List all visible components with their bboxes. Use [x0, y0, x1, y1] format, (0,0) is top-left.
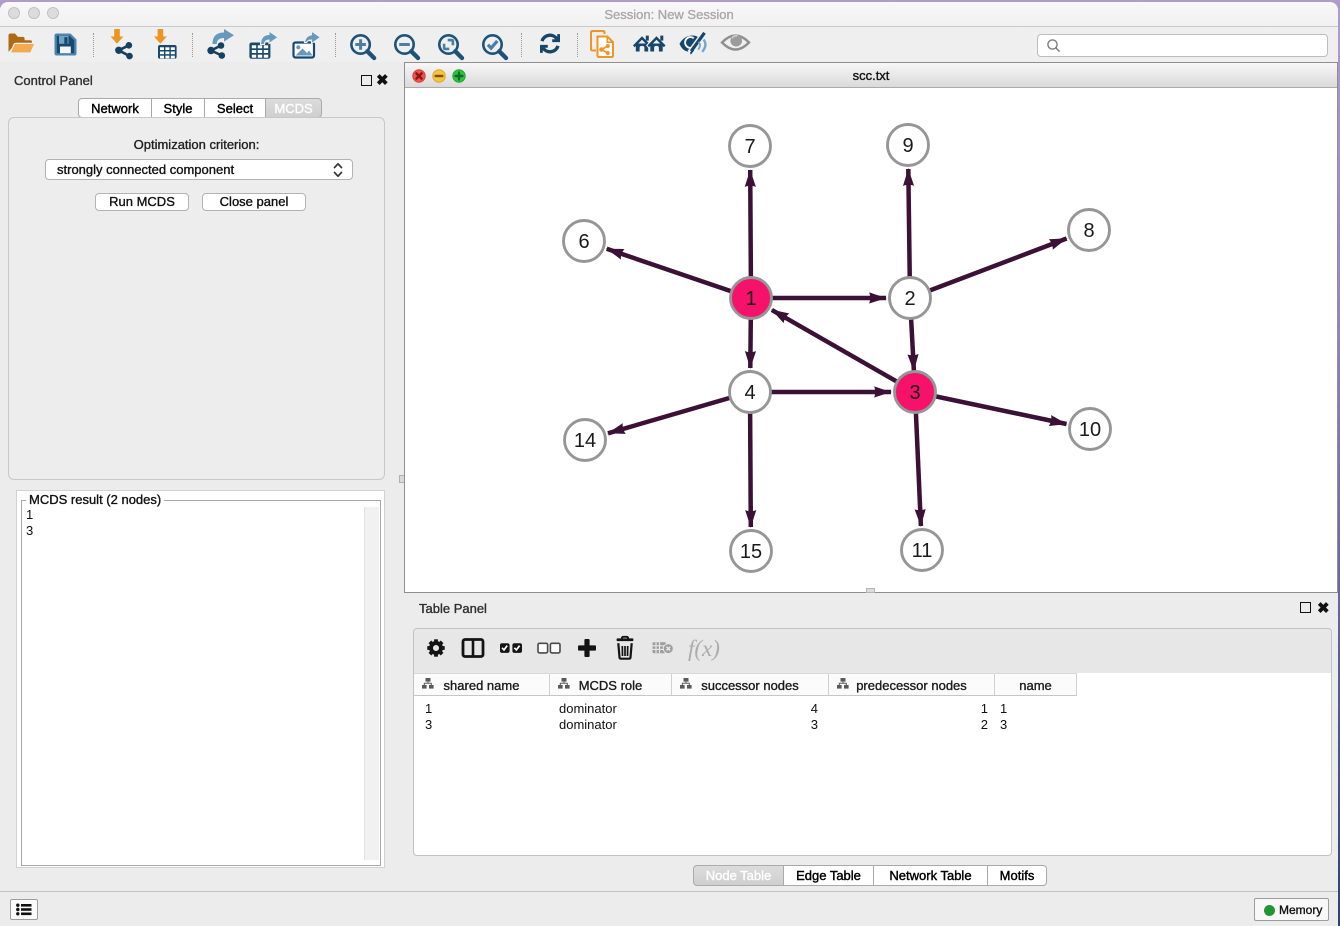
svg-text:4: 4 [744, 382, 755, 404]
svg-text:8: 8 [1083, 220, 1094, 242]
svg-text:f(x): f(x) [688, 636, 720, 661]
svg-text:6: 6 [578, 231, 589, 253]
svg-text:14: 14 [574, 430, 596, 452]
svg-text:15: 15 [740, 541, 762, 563]
svg-text:3: 3 [909, 382, 920, 404]
svg-text:9: 9 [902, 135, 913, 157]
svg-text:10: 10 [1079, 419, 1101, 441]
svg-text:7: 7 [744, 136, 755, 158]
svg-text:2: 2 [904, 288, 915, 310]
svg-text:11: 11 [912, 540, 933, 562]
svg-text:1: 1 [745, 288, 756, 310]
